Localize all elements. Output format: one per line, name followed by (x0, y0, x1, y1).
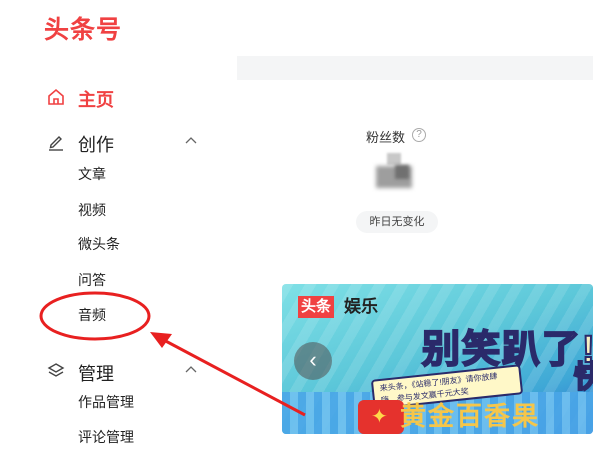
sidebar-item-video[interactable]: 视频 (78, 200, 106, 220)
sidebar-item-label: 主页 (78, 90, 114, 110)
banner-brand-box: 头条 (298, 296, 335, 318)
golden-logo-icon: ✦ (358, 400, 404, 434)
sidebar-item-comments-manage[interactable]: 评论管理 (78, 427, 134, 447)
sidebar-group-create[interactable]: 创作 (0, 123, 237, 163)
fans-change-badge: 昨日无变化 (356, 211, 438, 233)
sidebar-item-audio[interactable]: 音频 (78, 305, 106, 325)
sidebar-item-works-manage[interactable]: 作品管理 (78, 392, 134, 412)
toutiao-logo[interactable]: 头条号 (44, 10, 122, 46)
sidebar-item-qa[interactable]: 问答 (78, 270, 106, 290)
sidebar: 主页 创作 文章 视频 微头条 问答 音频 管理 作品管理 评论管理 (0, 56, 237, 450)
edit-icon (49, 136, 63, 151)
sidebar-item-article[interactable]: 文章 (78, 164, 106, 184)
layers-icon (47, 363, 65, 377)
sidebar-item-micro-headline[interactable]: 微头条 (78, 234, 120, 254)
fans-count-label: 粉丝数 (366, 130, 406, 145)
sidebar-group-label: 管理 (78, 364, 114, 384)
banner-brand-text: 娱乐 (344, 297, 378, 316)
chevron-up-icon[interactable] (184, 135, 198, 145)
carousel-prev-button[interactable]: ‹ (294, 342, 332, 380)
sidebar-group-manage[interactable]: 管理 (0, 352, 237, 392)
sidebar-item-home[interactable]: 主页 (0, 78, 237, 118)
home-icon (48, 88, 64, 105)
chevron-up-icon[interactable] (184, 364, 198, 374)
banner-big-glyph: 快 (573, 360, 593, 395)
sidebar-group-label: 创作 (78, 135, 114, 155)
help-icon[interactable]: ? (412, 128, 426, 142)
promo-banner[interactable]: 头条 娱乐 别笑趴了! 来头条，《站稳了!朋友》请你放肆嗨，参与发文赢千元大奖 … (282, 284, 593, 434)
banner-golden-text: 黄金百香果 (400, 401, 541, 431)
